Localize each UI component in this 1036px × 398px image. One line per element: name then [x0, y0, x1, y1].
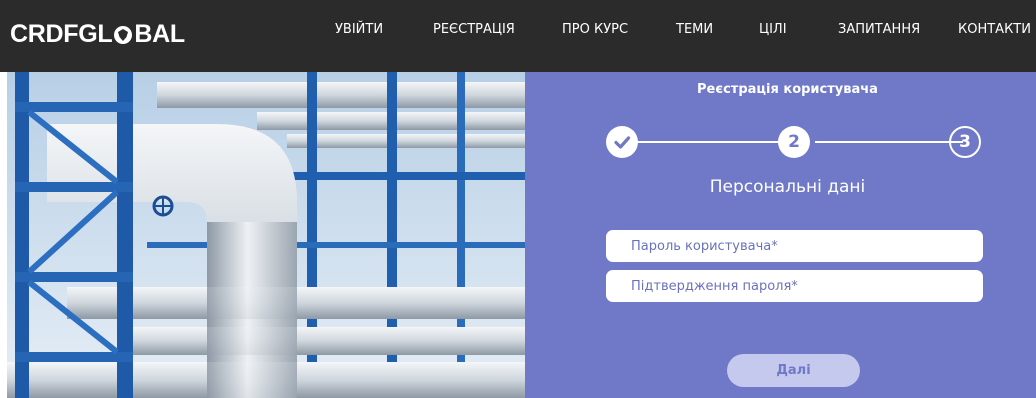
confirm-password-field[interactable] — [606, 270, 983, 302]
registration-panel: Реєстрація користувача 2 3 Персональні д… — [525, 72, 1036, 398]
pipes-illustration — [7, 72, 525, 398]
registration-stepper: 2 3 — [525, 124, 1036, 160]
crdfglobal-logo[interactable]: CRDFGL BAL — [10, 20, 185, 49]
step-2-current: 2 — [778, 126, 810, 158]
nav-topics[interactable]: ТЕМИ — [676, 22, 713, 37]
personal-data-heading: Персональні дані — [709, 177, 866, 197]
step-1-completed — [606, 126, 638, 158]
industrial-pipes-image — [7, 72, 525, 398]
next-button[interactable]: Далі — [727, 354, 860, 387]
registration-title: Реєстрація користувача — [697, 82, 878, 97]
nav-login[interactable]: УВІЙТИ — [335, 22, 383, 37]
logo-shield-icon — [114, 25, 133, 44]
step-3-upcoming: 3 — [949, 126, 981, 158]
stepper-line-2 — [815, 141, 963, 143]
check-icon — [614, 136, 631, 149]
nav-contacts[interactable]: КОНТАКТИ — [958, 22, 1031, 37]
nav-faq[interactable]: ЗАПИТАННЯ — [838, 22, 920, 37]
nav-goals[interactable]: ЦІЛІ — [759, 22, 787, 37]
logo-text-end: BAL — [134, 20, 185, 48]
nav-registration[interactable]: РЕЄСТРАЦІЯ — [433, 22, 515, 37]
password-field[interactable] — [606, 230, 983, 262]
top-navigation-bar: CRDFGL BAL УВІЙТИ РЕЄСТРАЦІЯ ПРО КУРС ТЕ… — [0, 0, 1036, 72]
nav-about-course[interactable]: ПРО КУРС — [562, 22, 628, 37]
stepper-line-1 — [637, 141, 783, 143]
logo-text-start: CRDFGL — [10, 20, 113, 48]
